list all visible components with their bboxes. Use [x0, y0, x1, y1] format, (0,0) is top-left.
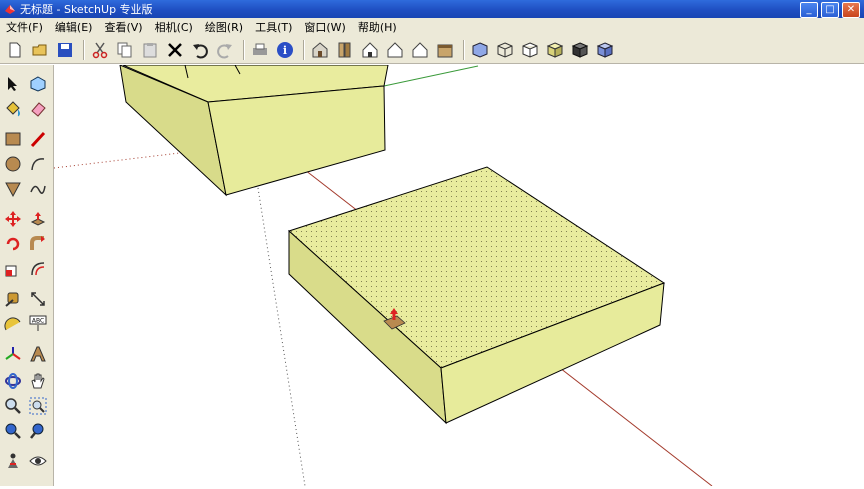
previous-view-icon[interactable] [27, 420, 49, 442]
selected-box[interactable] [288, 166, 666, 425]
protractor-icon[interactable] [2, 313, 24, 335]
textured-style-icon[interactable] [569, 39, 591, 61]
xray-style-icon[interactable] [469, 39, 491, 61]
undo-icon[interactable] [189, 39, 211, 61]
eraser-icon[interactable] [27, 98, 49, 120]
erase-icon[interactable] [164, 39, 186, 61]
look-around-icon[interactable] [27, 450, 49, 472]
menu-window[interactable]: 窗口(W) [298, 19, 351, 35]
menu-camera[interactable]: 相机(C) [149, 19, 199, 35]
paint-bucket-icon[interactable] [2, 98, 24, 120]
line-icon[interactable] [27, 128, 49, 150]
left-view-icon[interactable] [434, 39, 456, 61]
zoom-window-icon[interactable] [27, 395, 49, 417]
tape-measure-icon[interactable] [2, 288, 24, 310]
window-title: 无标题 - SketchUp 专业版 [20, 3, 153, 16]
model-info-icon[interactable]: i [274, 39, 296, 61]
component-icon[interactable] [27, 73, 49, 95]
toolbar-separator [243, 39, 245, 60]
svg-text:i: i [283, 44, 287, 57]
back-view-icon[interactable] [409, 39, 431, 61]
save-icon[interactable] [54, 39, 76, 61]
copy-icon[interactable] [114, 39, 136, 61]
3d-text-icon[interactable] [27, 343, 49, 365]
sketchup-app-icon [5, 5, 15, 14]
modeling-viewport[interactable] [53, 64, 864, 487]
follow-me-icon[interactable] [27, 233, 49, 255]
window-controls: _ □ ✕ [800, 2, 860, 18]
background-box[interactable] [119, 64, 389, 197]
zoom-extents-icon[interactable] [2, 420, 24, 442]
push-pull-icon[interactable] [27, 208, 49, 230]
toolbar-separator [303, 39, 305, 60]
menu-draw[interactable]: 绘图(R) [199, 19, 249, 35]
arc-icon[interactable] [27, 153, 49, 175]
position-camera-icon[interactable] [2, 450, 24, 472]
rotate-icon[interactable] [2, 233, 24, 255]
hidden-line-style-icon[interactable] [519, 39, 541, 61]
menu-file[interactable]: 文件(F) [0, 19, 49, 35]
print-icon[interactable] [249, 39, 271, 61]
tool-palette: ABC [0, 65, 54, 486]
main-toolbar: i [0, 36, 864, 64]
open-icon[interactable] [29, 39, 51, 61]
monochrome-style-icon[interactable] [594, 39, 616, 61]
shaded-style-icon[interactable] [544, 39, 566, 61]
orbit-icon[interactable] [2, 370, 24, 392]
new-icon[interactable] [4, 39, 26, 61]
cut-icon[interactable] [89, 39, 111, 61]
menu-tools[interactable]: 工具(T) [249, 19, 298, 35]
close-button[interactable]: ✕ [842, 2, 860, 18]
top-view-icon[interactable] [334, 39, 356, 61]
rectangle-icon[interactable] [2, 128, 24, 150]
menu-bar: 文件(F) 编辑(E) 查看(V) 相机(C) 绘图(R) 工具(T) 窗口(W… [0, 18, 864, 37]
iso-view-icon[interactable] [309, 39, 331, 61]
scale-icon[interactable] [2, 258, 24, 280]
menu-help[interactable]: 帮助(H) [352, 19, 403, 35]
title-bar: 无标题 - SketchUp 专业版 _ □ ✕ [0, 0, 864, 18]
select-icon[interactable] [2, 73, 24, 95]
dimension-icon[interactable] [27, 288, 49, 310]
paste-icon[interactable] [139, 39, 161, 61]
svg-text:ABC: ABC [32, 318, 44, 325]
toolbar-separator [463, 39, 465, 60]
freehand-icon[interactable] [27, 178, 49, 200]
offset-icon[interactable] [27, 258, 49, 280]
minimize-button[interactable]: _ [800, 2, 818, 18]
zoom-icon[interactable] [2, 395, 24, 417]
scene-canvas [53, 64, 713, 487]
polygon-icon[interactable] [2, 178, 24, 200]
front-view-icon[interactable] [359, 39, 381, 61]
toolbar-separator [83, 39, 85, 60]
green-axis-line [383, 65, 479, 87]
pan-icon[interactable] [27, 370, 49, 392]
right-view-icon[interactable] [384, 39, 406, 61]
text-icon[interactable]: ABC [27, 313, 49, 335]
circle-icon[interactable] [2, 153, 24, 175]
redo-icon[interactable] [214, 39, 236, 61]
menu-edit[interactable]: 编辑(E) [49, 19, 99, 35]
menu-view[interactable]: 查看(V) [98, 19, 148, 35]
axes-icon[interactable] [2, 343, 24, 365]
maximize-button[interactable]: □ [821, 2, 839, 18]
move-icon[interactable] [2, 208, 24, 230]
wireframe-style-icon[interactable] [494, 39, 516, 61]
